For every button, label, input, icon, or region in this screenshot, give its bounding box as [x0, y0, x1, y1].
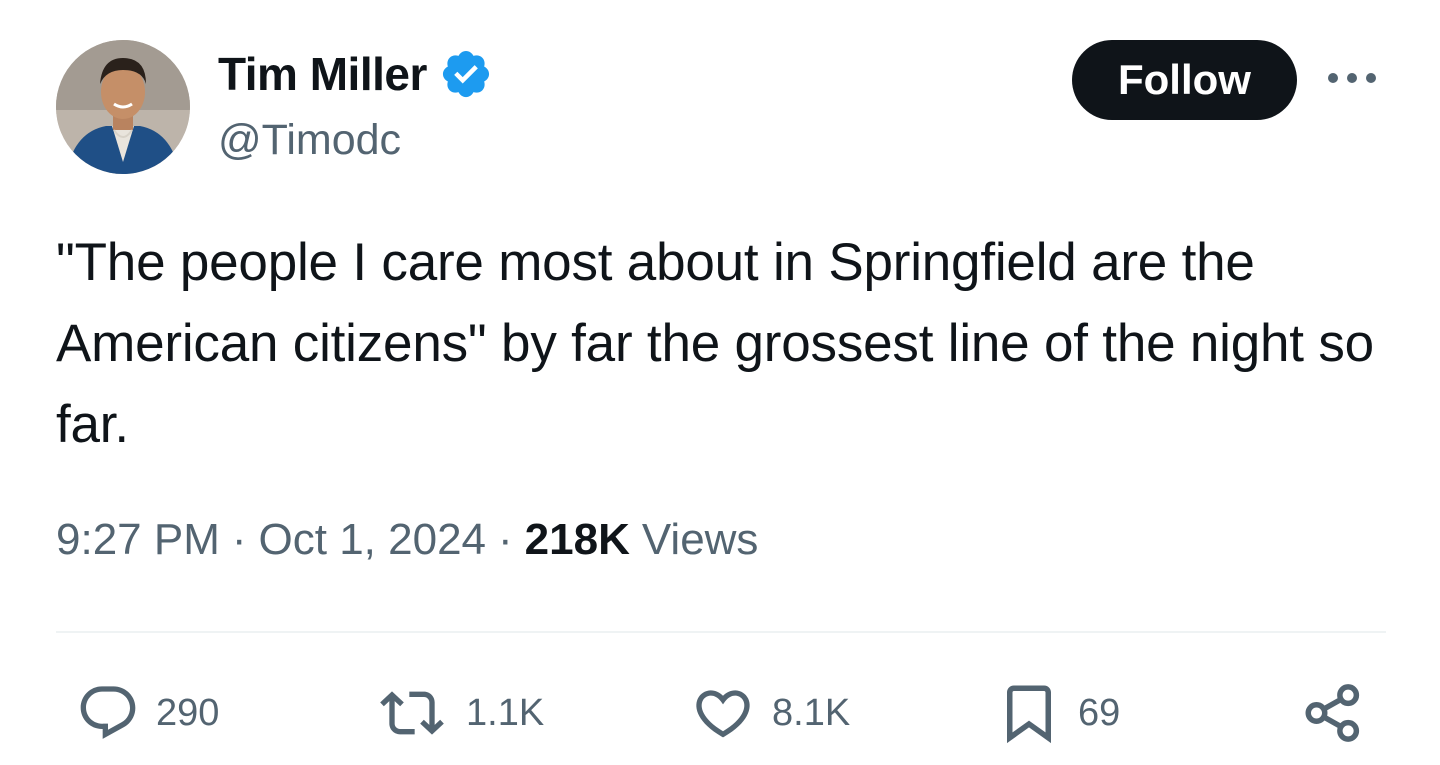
tweet-text: "The people I care most about in Springf…	[56, 233, 1374, 454]
divider	[56, 631, 1386, 633]
meta-separator: ·	[231, 515, 247, 564]
reply-button[interactable]: 290	[76, 678, 219, 748]
display-name[interactable]: Tim Miller	[218, 47, 427, 101]
avatar-image	[56, 40, 190, 174]
tweet-time[interactable]: 9:27 PM	[56, 515, 220, 565]
share-icon	[1305, 684, 1360, 742]
retweet-button[interactable]: 1.1K	[374, 678, 544, 748]
user-handle[interactable]: @Timodc	[218, 116, 493, 165]
tweet-date[interactable]: Oct 1, 2024	[259, 515, 486, 565]
tweet-meta: 9:27 PM · Oct 1, 2024 · 218K Views	[56, 515, 758, 565]
ellipsis-icon	[1328, 73, 1376, 83]
author-block: Tim Miller @Timodc	[218, 46, 493, 165]
retweet-icon	[380, 691, 444, 735]
avatar[interactable]	[56, 40, 190, 174]
tweet-card: Tim Miller @Timodc Follow "The people I …	[0, 0, 1440, 765]
follow-button[interactable]: Follow	[1072, 40, 1297, 120]
reply-count: 290	[156, 691, 220, 734]
views-label[interactable]: Views	[642, 515, 759, 565]
verified-badge-icon[interactable]	[439, 47, 493, 101]
bookmark-icon	[1007, 685, 1051, 744]
views-count[interactable]: 218K	[525, 515, 630, 565]
bookmark-button[interactable]: 69	[996, 678, 1120, 748]
bookmark-count: 69	[1078, 691, 1121, 734]
like-icon	[696, 690, 750, 738]
share-button[interactable]	[1300, 678, 1366, 748]
name-row: Tim Miller	[218, 46, 493, 102]
more-options-button[interactable]	[1322, 56, 1382, 100]
meta-separator: ·	[498, 515, 513, 564]
retweet-count: 1.1K	[466, 691, 545, 734]
like-button[interactable]: 8.1K	[690, 678, 850, 748]
like-count: 8.1K	[772, 691, 851, 734]
reply-icon	[80, 686, 136, 739]
